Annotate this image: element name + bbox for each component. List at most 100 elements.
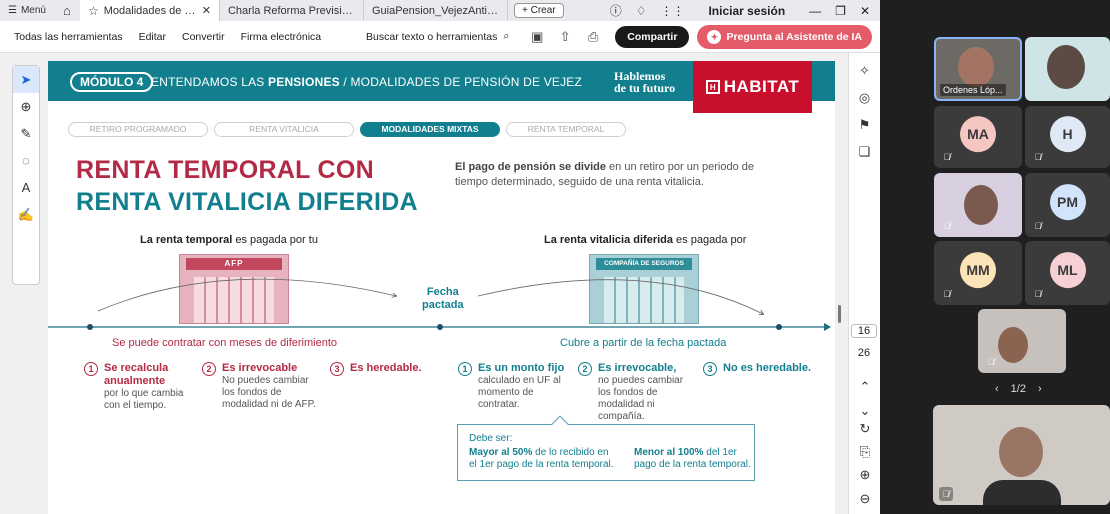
pager-label: 1/2 xyxy=(1010,383,1026,395)
tool-all-tools[interactable]: Todas las herramientas xyxy=(0,31,131,43)
participant-tile-pm[interactable]: PM 🎙̸ xyxy=(1025,173,1110,237)
ai-assistant-icon: ✦ xyxy=(707,29,722,44)
menu-label: Menú xyxy=(20,5,46,16)
participant-video xyxy=(964,185,998,225)
habitat-logo: H HABITAT xyxy=(693,61,812,113)
select-cursor-icon[interactable]: ➤ xyxy=(13,66,39,93)
tab-guia[interactable]: GuiaPension_VejezAnticipa... xyxy=(364,0,508,21)
text-box-icon[interactable]: A xyxy=(13,174,39,201)
right-feature-3: 3 No es heredable. xyxy=(703,362,818,376)
left-feature-3: 3 Es heredable. xyxy=(330,362,440,376)
participant-pager: ‹ 1/2 › xyxy=(995,383,1042,395)
feature-number: 1 xyxy=(84,362,98,376)
chevron-left-icon[interactable]: ‹ xyxy=(995,383,999,395)
apps-icon[interactable]: ⋮⋮ xyxy=(660,4,684,18)
tool-edit[interactable]: Editar xyxy=(131,31,174,43)
participant-tile-2[interactable] xyxy=(1025,37,1110,101)
scrollbar-thumb[interactable] xyxy=(838,305,841,323)
slogan-line2: de tu futuro xyxy=(614,81,676,95)
timeline-end-dot xyxy=(776,324,782,330)
feature-title: Es un monto fijo xyxy=(478,362,565,374)
callout-box: Debe ser: Mayor al 50% de lo recibido en… xyxy=(457,415,755,481)
star-icon[interactable]: ☆ xyxy=(88,4,99,18)
participant-tile-ml[interactable]: ML 🎙̸ xyxy=(1025,241,1110,305)
tool-e-sign[interactable]: Firma electrónica xyxy=(233,31,330,43)
close-tab-icon[interactable]: ✕ xyxy=(202,4,211,17)
participant-tile-self[interactable]: 🎙̸ xyxy=(933,405,1110,505)
participant-tile-h[interactable]: H 🎙̸ xyxy=(1025,106,1110,168)
banner-suffix: / MODALIDADES DE PENSIÓN DE VEJEZ xyxy=(339,75,583,89)
pdf-page: MÓDULO 4 ENTENDAMOS LAS PENSIONES / MODA… xyxy=(48,61,835,514)
close-window-icon[interactable]: ✕ xyxy=(860,4,870,18)
zoom-out-icon[interactable]: ⊖ xyxy=(849,485,881,512)
callout-left: Mayor al 50% de lo recibido en el 1er pa… xyxy=(469,447,619,471)
plus-icon: + xyxy=(521,5,531,16)
comment-bubble-icon[interactable]: ◎ xyxy=(849,84,880,111)
signin-button[interactable]: Iniciar sesión xyxy=(708,4,785,18)
bookmark-icon[interactable]: ⚑ xyxy=(849,111,880,138)
left-feature-2: 2 Es irrevocable No puedes cambiar los f… xyxy=(202,362,320,411)
participant-video xyxy=(998,327,1028,363)
mic-off-icon: 🎙̸ xyxy=(939,487,953,501)
chevron-right-icon[interactable]: › xyxy=(1038,383,1042,395)
tab-charla[interactable]: Charla Reforma Previsional... xyxy=(220,0,364,21)
mic-off-icon: 🎙̸ xyxy=(1034,289,1042,299)
new-tab-button[interactable]: + Crear xyxy=(513,3,564,18)
feature-number: 2 xyxy=(578,362,592,376)
mic-off-icon: 🎙̸ xyxy=(987,357,995,367)
timeline-arrowhead xyxy=(824,323,831,331)
feature-title: Se recalcula anualmente xyxy=(104,362,169,387)
tab-label: Modalidades de pen... xyxy=(103,4,196,17)
share-button[interactable]: Compartir xyxy=(615,25,690,48)
menu-button[interactable]: ☰ Menú xyxy=(0,5,54,16)
fecha-pactada: Fecha pactada xyxy=(422,286,464,312)
participant-tile-9[interactable]: 🎙̸ xyxy=(978,309,1066,373)
mic-off-icon: 🎙̸ xyxy=(943,152,951,162)
participant-tile-ma[interactable]: MA 🎙̸ xyxy=(934,106,1022,168)
pen-icon[interactable]: ✎ xyxy=(13,120,39,147)
mic-off-icon: 🎙̸ xyxy=(943,221,951,231)
mic-off-icon: 🎙̸ xyxy=(1034,152,1042,162)
help-icon[interactable]: ⓘ xyxy=(610,2,622,19)
page-number-input[interactable]: 16 xyxy=(851,324,877,338)
participant-tile-ordenes[interactable]: Ordenes Lóp... xyxy=(934,37,1022,101)
left-tool-panel: ➤ ⊕ ✎ ◌ A ✍ xyxy=(12,65,40,285)
chevron-up-icon[interactable]: ⌃ xyxy=(849,373,881,400)
callout-left-bold: Mayor al 50% xyxy=(469,447,533,458)
step-renta-temporal: RENTA TEMPORAL xyxy=(506,122,626,137)
restore-icon[interactable]: ❐ xyxy=(835,4,846,18)
pages-icon[interactable]: ❏ xyxy=(849,138,880,165)
feature-title: Es irrevocable xyxy=(222,362,298,374)
upload-icon[interactable]: ⇧ xyxy=(551,29,579,45)
meeting-panel: Ordenes Lóp... MA 🎙̸ H 🎙̸ 🎙̸ PM 🎙̸ MM 🎙̸… xyxy=(880,0,1110,514)
zoom-in-icon[interactable]: ⊕ xyxy=(849,461,881,488)
lasso-icon[interactable]: ◌ xyxy=(13,147,39,174)
ai-sparkle-icon[interactable]: ✧ xyxy=(849,57,880,84)
fecha-line2: pactada xyxy=(422,299,464,311)
modality-steps: RETIRO PROGRAMADO RENTA VITALICIA MODALI… xyxy=(68,122,626,137)
tab-modalidades[interactable]: ☆ Modalidades de pen... ✕ xyxy=(79,0,220,21)
signature-icon[interactable]: ✍ xyxy=(13,201,39,228)
search-tools[interactable]: Buscar texto o herramientas ⌕ xyxy=(366,30,523,43)
feature-desc: calculado en UF al momento de contratar. xyxy=(478,375,561,410)
ai-assistant-button[interactable]: ✦ Pregunta al Asistente de IA xyxy=(697,24,872,49)
bell-icon[interactable]: ♢ xyxy=(636,4,647,18)
logo-text: HABITAT xyxy=(723,77,800,96)
tool-convert[interactable]: Convertir xyxy=(174,31,233,43)
minimize-icon[interactable]: — xyxy=(809,4,821,18)
banner-bold: PENSIONES xyxy=(268,75,340,89)
participant-tile-5[interactable]: 🎙̸ xyxy=(934,173,1022,237)
print-icon[interactable]: ⎙ xyxy=(579,29,607,45)
right-feature-1: 1 Es un monto fijo calculado en UF al mo… xyxy=(458,362,570,411)
participant-tile-mm[interactable]: MM 🎙̸ xyxy=(934,241,1022,305)
home-icon[interactable]: ⌂ xyxy=(54,3,80,18)
step-retiro-programado: RETIRO PROGRAMADO xyxy=(68,122,208,137)
save-icon[interactable]: ▣ xyxy=(523,29,551,45)
fecha-line1: Fecha xyxy=(426,286,459,298)
comment-icon[interactable]: ⊕ xyxy=(13,93,39,120)
mic-off-icon: 🎙̸ xyxy=(943,289,951,299)
feature-desc: por lo que cambia con el tiempo. xyxy=(104,388,184,411)
left-arc xyxy=(97,278,396,312)
page-total: 26 xyxy=(857,347,871,359)
feature-number: 3 xyxy=(703,362,717,376)
